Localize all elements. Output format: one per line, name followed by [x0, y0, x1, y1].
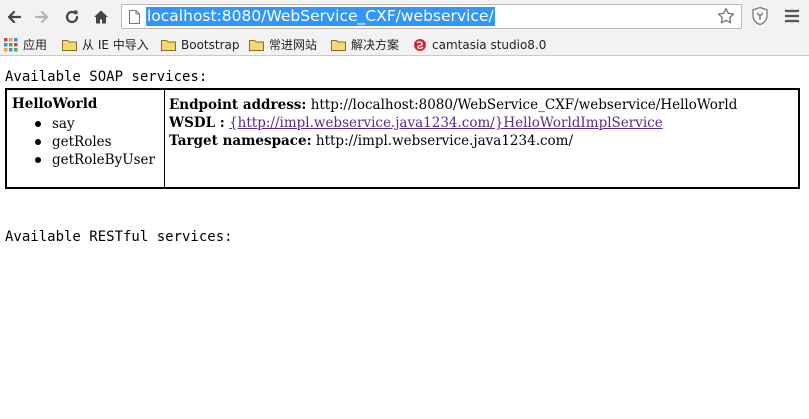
extension-button[interactable]	[750, 6, 770, 31]
folder-icon	[161, 39, 176, 51]
folder-icon	[62, 39, 77, 51]
page-icon	[129, 10, 140, 29]
folder-icon	[249, 39, 264, 51]
endpoint-label: Endpoint address:	[169, 97, 307, 113]
namespace-row: Target namespace: http://impl.webservice…	[169, 132, 737, 150]
browser-toolbar: localhost:8080/WebService_CXF/webservice…	[0, 0, 809, 34]
operation-item: say	[32, 115, 155, 133]
bookmark-label: 常进网站	[269, 38, 318, 52]
operation-item: getRoleByUser	[32, 151, 155, 169]
shield-icon	[752, 6, 768, 26]
namespace-label: Target namespace:	[169, 133, 312, 149]
service-details: Endpoint address: http://localhost:8080/…	[169, 96, 737, 150]
namespace-value: http://impl.webservice.java1234.com/	[315, 133, 574, 149]
soap-services-table: HelloWorld say getRoles getRoleByUser En…	[5, 88, 800, 189]
url-text[interactable]: localhost:8080/WebService_CXF/webservice…	[146, 7, 495, 26]
service-name: HelloWorld	[12, 96, 98, 112]
bookmark-apps[interactable]: 应用	[4, 34, 47, 55]
wsdl-link[interactable]: {http://impl.webservice.java1234.com/}He…	[229, 115, 663, 131]
soap-services-heading: Available SOAP services:	[5, 69, 208, 85]
bookmark-label: 从 IE 中导入	[82, 38, 149, 52]
folder-icon	[331, 39, 346, 51]
arrow-right-icon	[34, 10, 49, 24]
rest-services-heading: Available RESTful services:	[5, 229, 233, 245]
hamburger-menu-icon	[785, 9, 799, 23]
operation-item: getRoles	[32, 133, 155, 151]
bookmark-folder-ie-import[interactable]: 从 IE 中导入	[62, 34, 149, 55]
bookmark-folder-solutions[interactable]: 解决方案	[331, 34, 399, 55]
site-favicon-icon	[413, 38, 427, 52]
forward-button[interactable]	[32, 7, 52, 27]
bookmark-label: Bootstrap	[181, 37, 240, 52]
wsdl-label: WSDL :	[169, 115, 225, 131]
page-content: Available SOAP services: HelloWorld say …	[0, 56, 809, 419]
bookmarks-bar: 应用 从 IE 中导入 Bootstrap 常进网站 解决方案 camtasia…	[0, 34, 809, 56]
bookmark-folder-bootstrap[interactable]: Bootstrap	[161, 34, 239, 55]
endpoint-value: http://localhost:8080/WebService_CXF/web…	[310, 97, 738, 113]
home-button[interactable]	[91, 7, 111, 27]
operations-list: say getRoles getRoleByUser	[32, 115, 155, 169]
table-column-divider	[164, 90, 165, 187]
home-icon	[94, 10, 108, 24]
menu-button[interactable]	[783, 7, 801, 30]
reload-icon	[65, 10, 79, 24]
bookmark-label: 应用	[23, 38, 48, 52]
endpoint-row: Endpoint address: http://localhost:8080/…	[169, 96, 737, 114]
reload-button[interactable]	[62, 7, 82, 27]
bookmark-label: camtasia studio8.0	[432, 37, 547, 52]
bookmark-star-button[interactable]	[717, 7, 735, 30]
star-icon	[717, 7, 735, 24]
back-button[interactable]	[4, 7, 24, 27]
bookmark-label: 解决方案	[351, 38, 400, 52]
address-bar[interactable]: localhost:8080/WebService_CXF/webservice…	[121, 4, 742, 29]
apps-grid-icon	[4, 37, 18, 52]
bookmark-folder-sites[interactable]: 常进网站	[249, 34, 317, 55]
wsdl-row: WSDL : {http://impl.webservice.java1234.…	[169, 114, 737, 132]
bookmark-camtasia[interactable]: camtasia studio8.0	[413, 34, 546, 55]
arrow-left-icon	[7, 10, 22, 24]
